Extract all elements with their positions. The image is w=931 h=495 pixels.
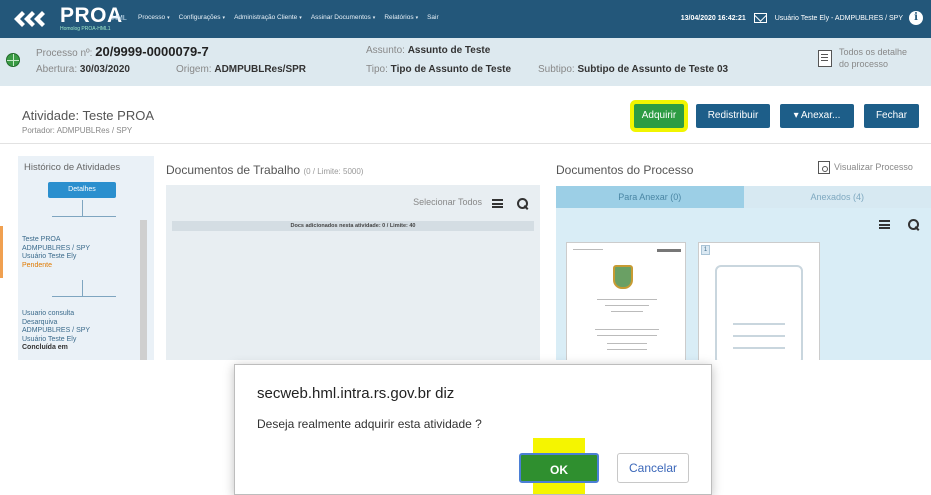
timeline-line — [82, 200, 83, 216]
redistribuir-button[interactable]: Redistribuir — [696, 104, 770, 128]
menu-configuracoes[interactable]: Configurações ▾ — [179, 14, 225, 21]
docs-added-info: Docs adicionados nesta atividade: 0 / Li… — [172, 221, 534, 231]
info-icon[interactable]: i — [909, 11, 923, 25]
search-icon[interactable] — [908, 219, 919, 230]
list-view-icon[interactable] — [879, 220, 890, 229]
all-process-details-link[interactable]: Todos os detalhe do processo — [839, 46, 907, 70]
top-navbar: PROA HML Homolog PROA-HML1 Processo ▾ Con… — [0, 0, 931, 38]
view-process-link[interactable]: Visualizar Processo — [834, 162, 913, 172]
process-subtipo: Subtipo: Subtipo de Assunto de Teste 03 — [538, 64, 729, 75]
detalhes-button[interactable]: Detalhes — [48, 182, 116, 198]
coat-of-arms-icon — [613, 265, 633, 289]
user-area: 13/04/2020 16:42:21 Usuário Teste Ely - … — [681, 11, 923, 25]
process-docs-panel: 1 — [556, 208, 931, 365]
document-thumbnail[interactable]: 1 — [698, 242, 820, 365]
anexar-button[interactable]: ▾ Anexar... — [780, 104, 854, 128]
tab-para-anexar[interactable]: Para Anexar (0) — [556, 186, 744, 208]
process-tipo: Tipo: Tipo de Assunto de Teste — [366, 64, 512, 75]
chevron-down-icon: ▾ — [167, 15, 170, 21]
mail-icon[interactable] — [753, 13, 767, 23]
chevron-down-icon: ▾ — [222, 15, 226, 21]
timeline-line — [52, 296, 116, 297]
document-thumbnail[interactable] — [566, 242, 686, 362]
list-view-icon[interactable] — [492, 199, 503, 208]
document-index-badge: 1 — [701, 245, 710, 255]
fechar-button[interactable]: Fechar — [864, 104, 919, 128]
process-number: Processo nº: 20/9999-0000079-7 — [36, 44, 209, 59]
timeline-line — [82, 280, 83, 296]
user-name[interactable]: Usuário Teste Ely - ADMPUBLRES / SPY — [775, 15, 903, 22]
dialog-title: secweb.hml.intra.rs.gov.br diz — [257, 385, 455, 402]
process-origem: Origem: ADMPUBLRes/SPR — [176, 64, 307, 75]
history-selected-marker — [0, 226, 3, 278]
history-entry[interactable]: Usuario consulta Desarquiva ADMPUBLRES /… — [22, 310, 90, 353]
process-header: Processo nº: 20/9999-0000079-7 Abertura:… — [0, 38, 931, 86]
menu-sair[interactable]: Sair — [427, 14, 439, 21]
confirm-dialog: secweb.hml.intra.rs.gov.br diz Deseja re… — [234, 364, 712, 495]
main-menu: Processo ▾ Configurações ▾ Administração C… — [138, 14, 448, 21]
proa-logo-icon — [14, 11, 45, 27]
activity-portador: Portador: ADMPUBLRes / SPY — [22, 126, 133, 135]
adquirir-button[interactable]: Adquirir — [634, 104, 684, 128]
chevron-down-icon: ▾ — [372, 15, 376, 21]
cancel-button[interactable]: Cancelar — [617, 453, 689, 483]
datetime: 13/04/2020 16:42:21 — [680, 14, 746, 22]
status-pending: Pendente — [22, 261, 52, 269]
chevron-down-icon: ▾ — [793, 110, 801, 121]
process-assunto: Assunto: Assunto de Teste — [366, 45, 491, 56]
dialog-message: Deseja realmente adquirir esta atividade… — [257, 417, 482, 431]
activity-title: Atividade: Teste PROA — [22, 108, 154, 123]
menu-relatorios[interactable]: Relatórios ▾ — [384, 14, 418, 21]
select-all-link[interactable]: Selecionar Todos — [413, 197, 482, 207]
menu-administracao-cliente[interactable]: Administração Cliente ▾ — [234, 14, 302, 21]
document-details-icon[interactable] — [818, 50, 832, 67]
chevron-down-icon: ▾ — [299, 15, 302, 21]
process-docs-title: Documentos do Processo — [556, 163, 694, 177]
globe-icon — [6, 53, 20, 67]
work-docs-panel: Selecionar Todos Docs adicionados nesta … — [166, 185, 540, 360]
ok-button[interactable]: OK — [519, 453, 599, 483]
menu-processo[interactable]: Processo ▾ — [138, 14, 170, 21]
process-docs-tabs: Para Anexar (0) Anexados (4) — [556, 186, 931, 208]
work-docs-title: Documentos de Trabalho (0 / Limite: 5000… — [166, 163, 364, 177]
env-sublabel: Homolog PROA-HML1 — [60, 26, 111, 32]
status-concluded: Concluída em — [22, 344, 68, 351]
process-abertura: Abertura: 30/03/2020 — [36, 64, 130, 75]
tab-anexados[interactable]: Anexados (4) — [743, 186, 931, 208]
env-label: HML — [112, 15, 127, 22]
document-placeholder-icon — [715, 265, 803, 365]
history-scrollbar[interactable] — [140, 220, 147, 360]
menu-assinar-documentos[interactable]: Assinar Documentos ▾ — [311, 14, 376, 21]
search-icon[interactable] — [517, 198, 528, 209]
chevron-down-icon: ▾ — [415, 15, 419, 21]
history-entry[interactable]: Teste PROA ADMPUBLRES / SPY Usuário Test… — [22, 236, 90, 270]
history-title: Histórico de Atividades — [24, 162, 121, 173]
timeline-line — [52, 216, 116, 217]
view-process-icon[interactable] — [818, 161, 830, 174]
activity-history-panel: Histórico de Atividades Detalhes Teste P… — [18, 156, 154, 360]
